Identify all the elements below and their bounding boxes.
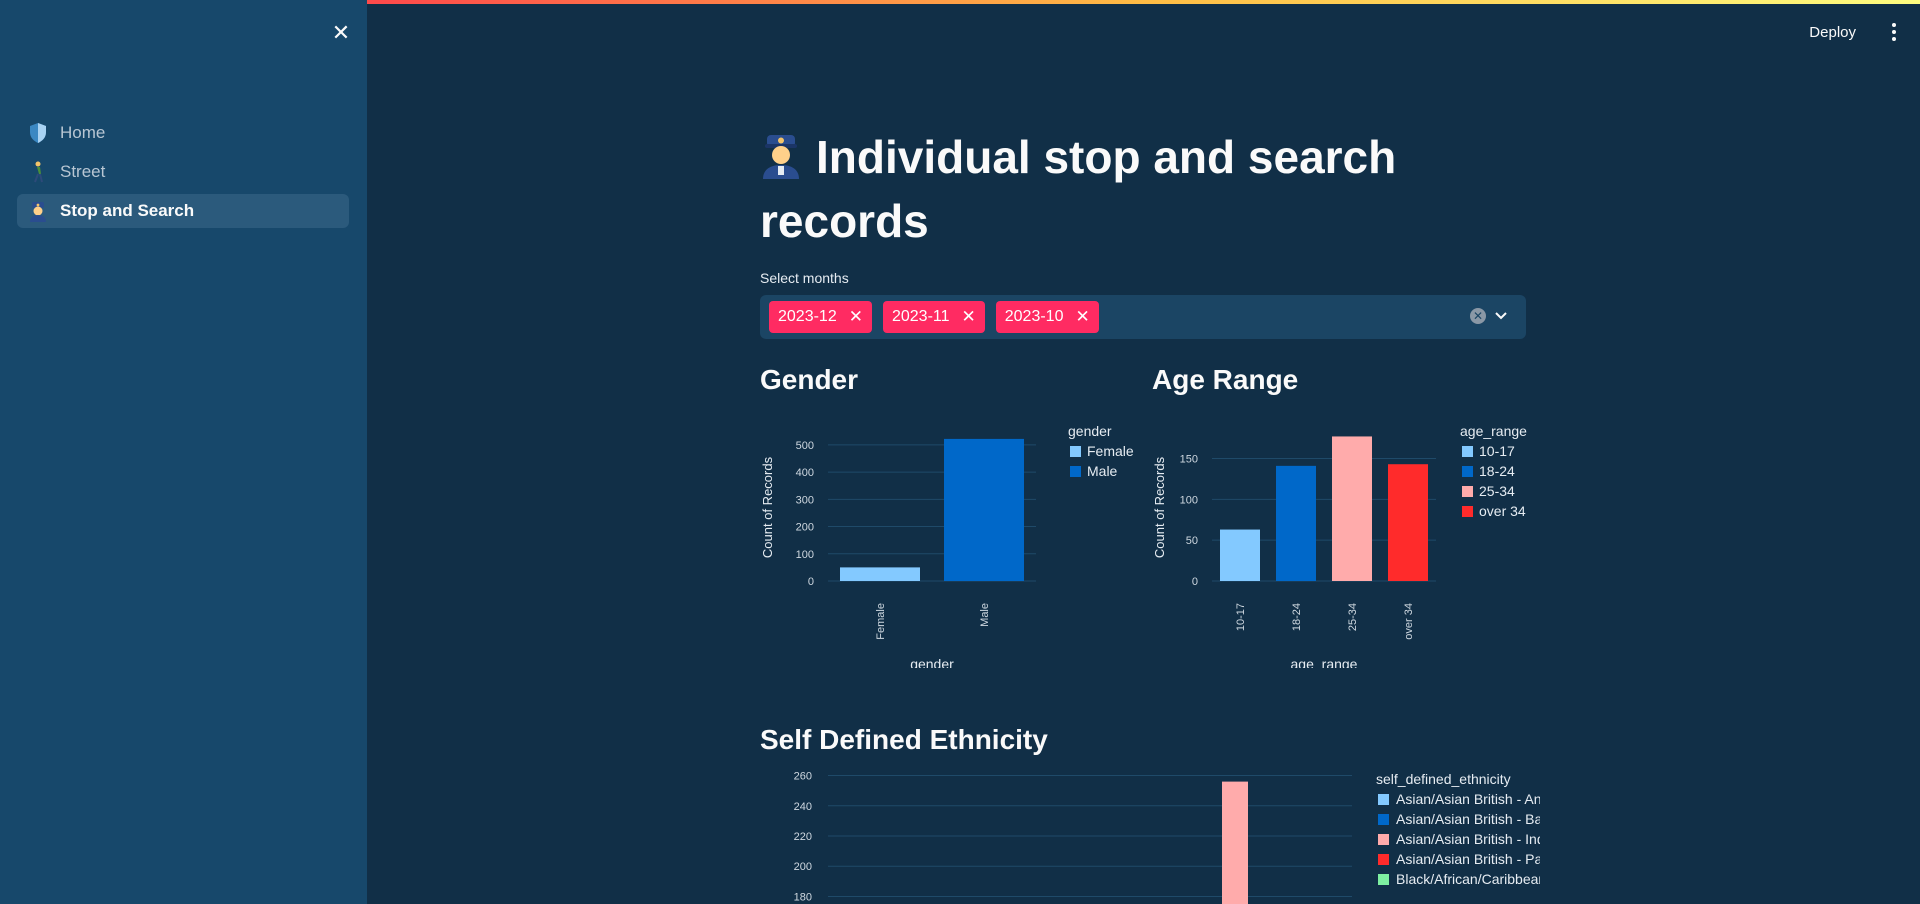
legend-swatch (1070, 446, 1081, 457)
more-vertical-icon[interactable] (1884, 20, 1904, 44)
x-tick-label: 25-34 (1347, 603, 1359, 631)
legend-swatch (1462, 446, 1473, 457)
legend-label: Male (1087, 463, 1118, 479)
bar (1220, 529, 1260, 581)
sidebar-item-label: Street (60, 162, 106, 181)
y-axis-label: Count of Records (760, 456, 775, 558)
legend-label: 18-24 (1479, 463, 1515, 479)
age-range-bar-chart: 0 50 100 150 Count of Records 10-17 18-24 25-34… (1152, 423, 1527, 668)
legend-label: Asian/Asian British - Indian (1396, 831, 1540, 847)
remove-chip-icon[interactable]: ✕ (962, 307, 976, 327)
main-content: Individual stop and search records Selec… (760, 128, 1540, 904)
chip-label: 2023-12 (778, 308, 837, 325)
x-axis-label: age_range (1291, 656, 1358, 668)
sidebar-item-home[interactable]: Home (17, 116, 349, 150)
y-tick-label: 100 (796, 549, 814, 561)
legend-title: self_defined_ethnicity (1376, 771, 1511, 787)
y-axis-label: Count of Records (1152, 456, 1167, 558)
month-chip: 2023-10 ✕ (995, 301, 1099, 333)
month-chip: 2023-11 ✕ (882, 301, 985, 333)
bar (1388, 464, 1428, 581)
legend-label: Female (1087, 443, 1134, 459)
legend-label: Asian/Asian British - Ban… (1396, 811, 1540, 827)
ethnicity-section-title: Self Defined Ethnicity (760, 724, 1048, 755)
y-tick-label: 220 (794, 831, 812, 843)
legend-title: age_range (1460, 423, 1527, 439)
gender-section-title: Gender (760, 364, 859, 395)
legend-label: Asian/Asian British - Any … (1396, 791, 1540, 807)
y-tick-label: 240 (794, 801, 812, 813)
page-title-text: Individual stop and search records (760, 131, 1397, 247)
legend-swatch (1378, 814, 1389, 825)
sidebar: ✕ Home Street Stop and Search (0, 0, 367, 904)
legend-label: 10-17 (1479, 443, 1515, 459)
bar (1332, 436, 1372, 581)
x-tick-label: 10-17 (1235, 603, 1247, 631)
sidebar-item-label: Stop and Search (60, 201, 195, 220)
sidebar-item-label: Home (60, 123, 106, 142)
legend-swatch (1070, 466, 1081, 477)
legend-swatch (1462, 466, 1473, 477)
month-chip: 2023-12 ✕ (769, 301, 872, 333)
remove-chip-icon[interactable]: ✕ (849, 307, 863, 327)
y-tick-label: 0 (1192, 576, 1198, 588)
sidebar-item-street[interactable]: Street (17, 155, 349, 189)
police-officer-icon (28, 201, 48, 222)
bar (944, 438, 1024, 581)
y-tick-label: 50 (1186, 535, 1198, 547)
page-title: Individual stop and search records (760, 128, 1440, 250)
y-tick-label: 260 (794, 771, 812, 783)
walking-person-icon (28, 161, 48, 183)
x-axis-label: gender (910, 656, 954, 668)
legend-label: Asian/Asian British - Paki… (1396, 851, 1540, 867)
sidebar-nav: Home Street Stop and Search (17, 116, 349, 233)
close-icon: ✕ (331, 20, 351, 45)
y-tick-label: 200 (796, 522, 814, 534)
y-tick-label: 200 (794, 861, 812, 873)
deploy-button[interactable]: Deploy (1809, 24, 1856, 41)
clear-all-icon[interactable]: ✕ (1470, 308, 1486, 324)
police-officer-icon (760, 133, 802, 192)
legend-title: gender (1068, 423, 1112, 439)
x-tick-label: 18-24 (1291, 603, 1303, 631)
legend-label: over 34 (1479, 503, 1526, 519)
ethnicity-bar-chart: 180 200 220 240 260 self_defined_ethnicity Asi… (794, 771, 1540, 904)
months-multiselect[interactable]: 2023-12 ✕ 2023-11 ✕ 2023-10 ✕ ✕ (760, 295, 1526, 339)
legend-swatch (1462, 506, 1473, 517)
x-tick-label: Male (979, 603, 991, 627)
y-tick-label: 500 (796, 440, 814, 452)
y-tick-label: 400 (796, 467, 814, 479)
months-select-label: Select months (760, 270, 849, 286)
y-tick-label: 150 (1180, 454, 1198, 466)
legend-swatch (1378, 834, 1389, 845)
bar (1276, 465, 1316, 581)
legend-label: 25-34 (1479, 483, 1515, 499)
legend-swatch (1378, 874, 1389, 885)
x-tick-label: over 34 (1403, 603, 1415, 640)
age-section-title: Age Range (1152, 364, 1299, 395)
legend-swatch (1462, 486, 1473, 497)
y-tick-label: 0 (808, 576, 814, 588)
bar (840, 567, 920, 581)
bar (1222, 781, 1248, 904)
chevron-down-icon[interactable] (1494, 307, 1508, 325)
legend-swatch (1378, 854, 1389, 865)
gender-bar-chart: 0 100 200 300 400 500 Count of Records Female Ma… (760, 423, 1134, 668)
legend-swatch (1378, 794, 1389, 805)
sidebar-item-stop-and-search[interactable]: Stop and Search (17, 194, 349, 228)
y-tick-label: 180 (794, 891, 812, 903)
header-toolbar: Deploy (1809, 14, 1920, 50)
y-tick-label: 300 (796, 494, 814, 506)
chip-label: 2023-11 (891, 308, 950, 325)
shield-icon (28, 123, 48, 143)
chip-label: 2023-10 (1004, 308, 1064, 325)
x-tick-label: Female (875, 603, 887, 640)
close-sidebar-button[interactable]: ✕ (330, 22, 352, 44)
y-tick-label: 100 (1180, 494, 1198, 506)
remove-chip-icon[interactable]: ✕ (1075, 307, 1089, 327)
legend-label: Black/African/Caribbean… (1396, 871, 1540, 887)
